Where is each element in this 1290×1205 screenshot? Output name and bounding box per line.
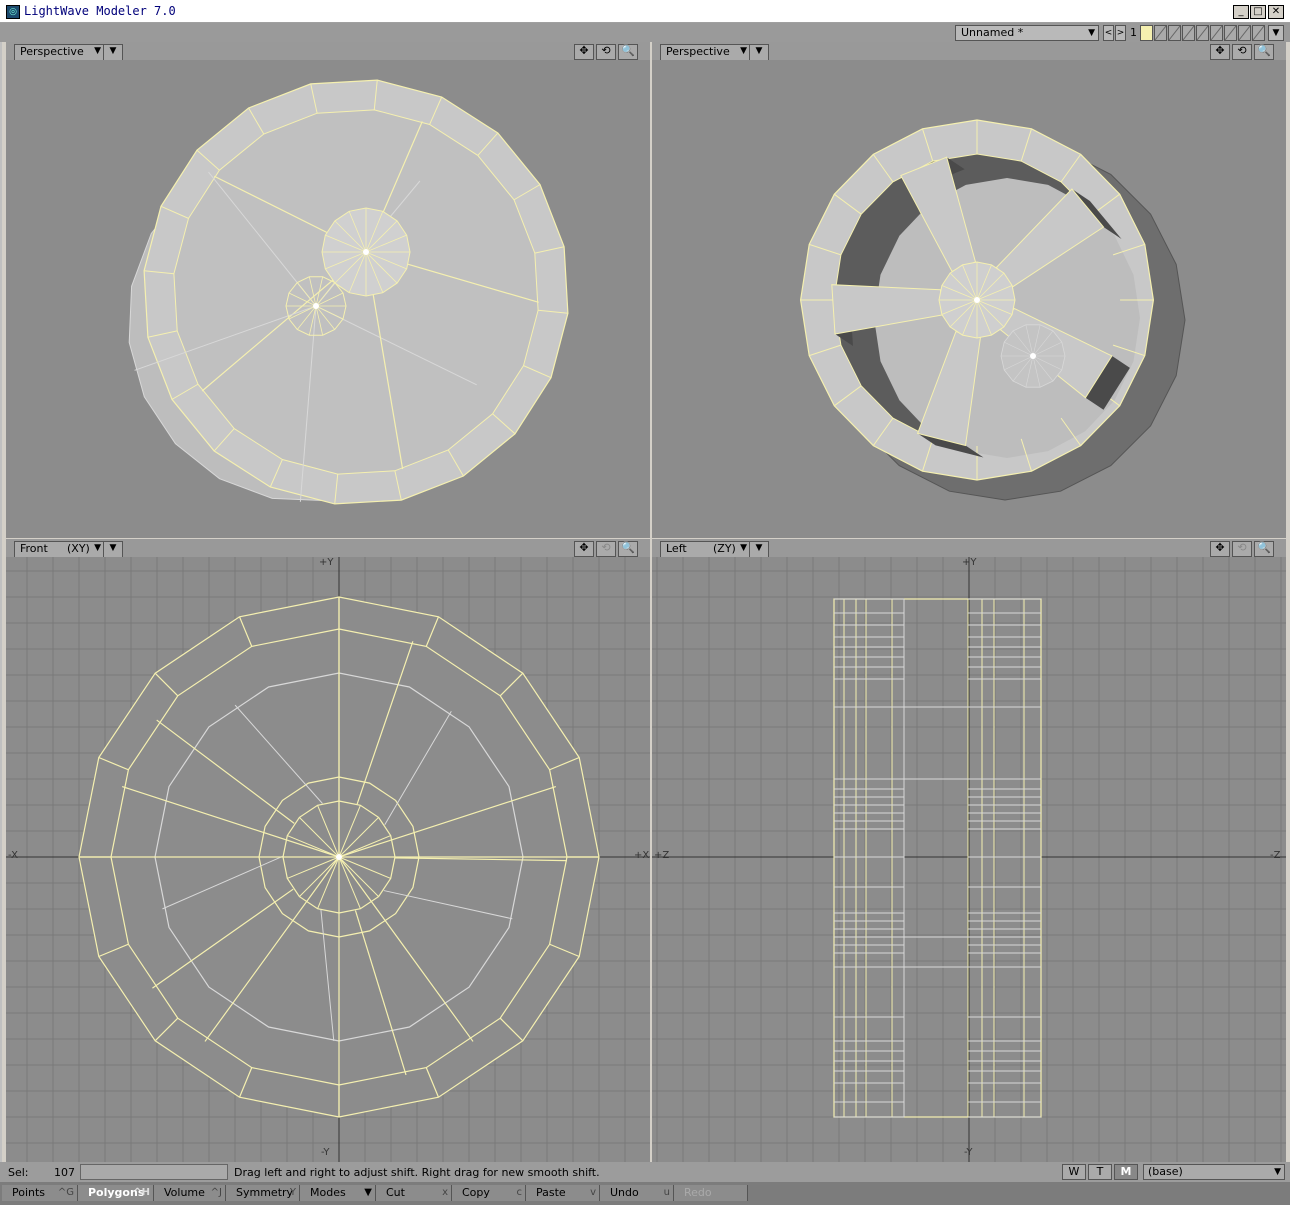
morph-map-button[interactable]: M [1114,1164,1138,1180]
cut-button[interactable]: Cut x [376,1185,452,1201]
layer-6-button[interactable] [1210,25,1223,41]
layer-bank-number: 1 [1130,26,1137,39]
layer-9-button[interactable] [1252,25,1265,41]
object-name: Unnamed * [961,26,1024,39]
title-bar: ◎ LightWave Modeler 7.0 _ □ ✕ [0,0,1290,23]
view-type-select[interactable]: Left (ZY) ▼ [660,541,751,558]
maximize-button[interactable]: □ [1250,5,1266,19]
axis-label-bottom: -Y [321,1147,330,1158]
chevron-down-icon: ▼ [740,543,747,553]
undo-button[interactable]: Undo u [600,1185,674,1201]
viewport-canvas[interactable] [652,60,1286,538]
zoom-view-icon[interactable]: 🔍 [1254,44,1274,60]
zoom-view-icon[interactable]: 🔍 [618,541,638,557]
layer-8-button[interactable] [1238,25,1251,41]
minimize-button[interactable]: _ [1233,5,1249,19]
layer-bank-dropdown[interactable]: ▼ [1268,25,1284,41]
viewport-options-button[interactable]: ▼ [749,541,769,558]
window-title: LightWave Modeler 7.0 [24,4,176,18]
copy-button[interactable]: Copy c [452,1185,526,1201]
viewport-bottom-left[interactable]: Front (XY) ▼ ▼ ✥ ⟲ 🔍 +Y -Y -X +X [6,539,650,1162]
volume-mode-button[interactable]: Volume ^J [154,1185,226,1201]
perspective-mesh-wheel-shaded [799,119,1186,501]
viewport-options-button[interactable]: ▼ [103,44,123,61]
top-toolbar: Unnamed * ▼ < > 1 ▼ [0,23,1290,42]
object-select[interactable]: Unnamed * ▼ [955,25,1099,41]
axis-label-left: +Z [654,850,670,861]
layer-7-button[interactable] [1224,25,1237,41]
weight-map-button[interactable]: W [1062,1164,1086,1180]
viewport-header: Front (XY) ▼ ▼ ✥ ⟲ 🔍 [6,539,650,558]
layer-1-button[interactable] [1140,25,1153,41]
selection-label: Sel: [8,1166,29,1179]
axis-label-top: +Y [962,557,977,568]
viewport-bottom-right[interactable]: Left (ZY) ▼ ▼ ✥ ⟲ 🔍 +Y -Y +Z -Z [652,539,1286,1162]
prev-object-button[interactable]: < [1103,25,1114,41]
front-view-wireframe [6,557,650,1162]
close-button[interactable]: ✕ [1268,5,1284,19]
chevron-down-icon: ▼ [1274,1167,1281,1177]
rotate-view-icon[interactable]: ⟲ [596,44,616,60]
view-type-select[interactable]: Perspective ▼ [660,44,751,61]
next-object-button[interactable]: > [1115,25,1126,41]
selection-count: 107 [54,1166,75,1179]
layer-2-button[interactable] [1154,25,1167,41]
numeric-field[interactable] [80,1164,228,1180]
chevron-down-icon: ▼ [94,46,101,56]
hint-text: Drag left and right to adjust shift. Rig… [234,1166,600,1179]
left-view-wireframe [652,557,1286,1162]
paste-button[interactable]: Paste v [526,1185,600,1201]
chevron-down-icon: ▼ [1088,28,1095,38]
axis-label-right: -Z [1270,850,1281,861]
move-view-icon[interactable]: ✥ [1210,44,1230,60]
move-view-icon[interactable]: ✥ [574,541,594,557]
layer-4-button[interactable] [1182,25,1195,41]
chevron-down-icon: ▼ [94,543,101,553]
texture-map-button[interactable]: T [1088,1164,1112,1180]
polygons-mode-button[interactable]: Polygons ^H [78,1185,154,1201]
status-line: Sel: 107 Drag left and right to adjust s… [0,1162,1290,1182]
axis-label-top: +Y [319,557,334,568]
zoom-view-icon[interactable]: 🔍 [1254,541,1274,557]
viewport-header: Left (ZY) ▼ ▼ ✥ ⟲ 🔍 [652,539,1286,558]
viewport-header: Perspective ▼ ▼ ✥ ⟲ 🔍 [6,42,650,61]
viewport-options-button[interactable]: ▼ [103,541,123,558]
axis-label-right: +X [634,850,650,861]
redo-button: Redo [674,1185,748,1201]
modes-dropdown[interactable]: Modes ▼ [300,1185,376,1201]
move-view-icon[interactable]: ✥ [1210,541,1230,557]
rotate-view-icon[interactable]: ⟲ [1232,44,1252,60]
rotate-view-icon: ⟲ [1232,541,1252,557]
viewport-canvas[interactable] [6,60,650,538]
lightwave-icon: ◎ [6,5,20,19]
move-view-icon[interactable]: ✥ [574,44,594,60]
viewport-top-right[interactable]: Perspective ▼ ▼ ✥ ⟲ 🔍 [652,42,1286,538]
layer-3-button[interactable] [1168,25,1181,41]
view-type-select[interactable]: Front (XY) ▼ [14,541,105,558]
axis-label-left: -X [8,850,18,861]
view-type-select[interactable]: Perspective ▼ [14,44,105,61]
perspective-mesh-wheel-front [128,79,569,505]
viewport-header: Perspective ▼ ▼ ✥ ⟲ 🔍 [652,42,1286,61]
rotate-view-icon: ⟲ [596,541,616,557]
viewport-canvas[interactable]: +Y -Y -X +X [6,557,650,1162]
viewport-canvas[interactable]: +Y -Y +Z -Z [652,557,1286,1162]
symmetry-button[interactable]: Symmetry Y [226,1185,300,1201]
viewport-options-button[interactable]: ▼ [749,44,769,61]
points-mode-button[interactable]: Points ^G [2,1185,78,1201]
layer-5-button[interactable] [1196,25,1209,41]
vertex-map-select[interactable]: (base) ▼ [1143,1164,1285,1180]
chevron-down-icon: ▼ [740,46,747,56]
window-border [0,42,2,1162]
zoom-view-icon[interactable]: 🔍 [618,44,638,60]
viewport-top-left[interactable]: Perspective ▼ ▼ ✥ ⟲ 🔍 [6,42,650,538]
axis-label-bottom: -Y [964,1147,973,1158]
bottom-toolbar: Points ^G Polygons ^H Volume ^J Symmetry Y M… [0,1182,1290,1205]
